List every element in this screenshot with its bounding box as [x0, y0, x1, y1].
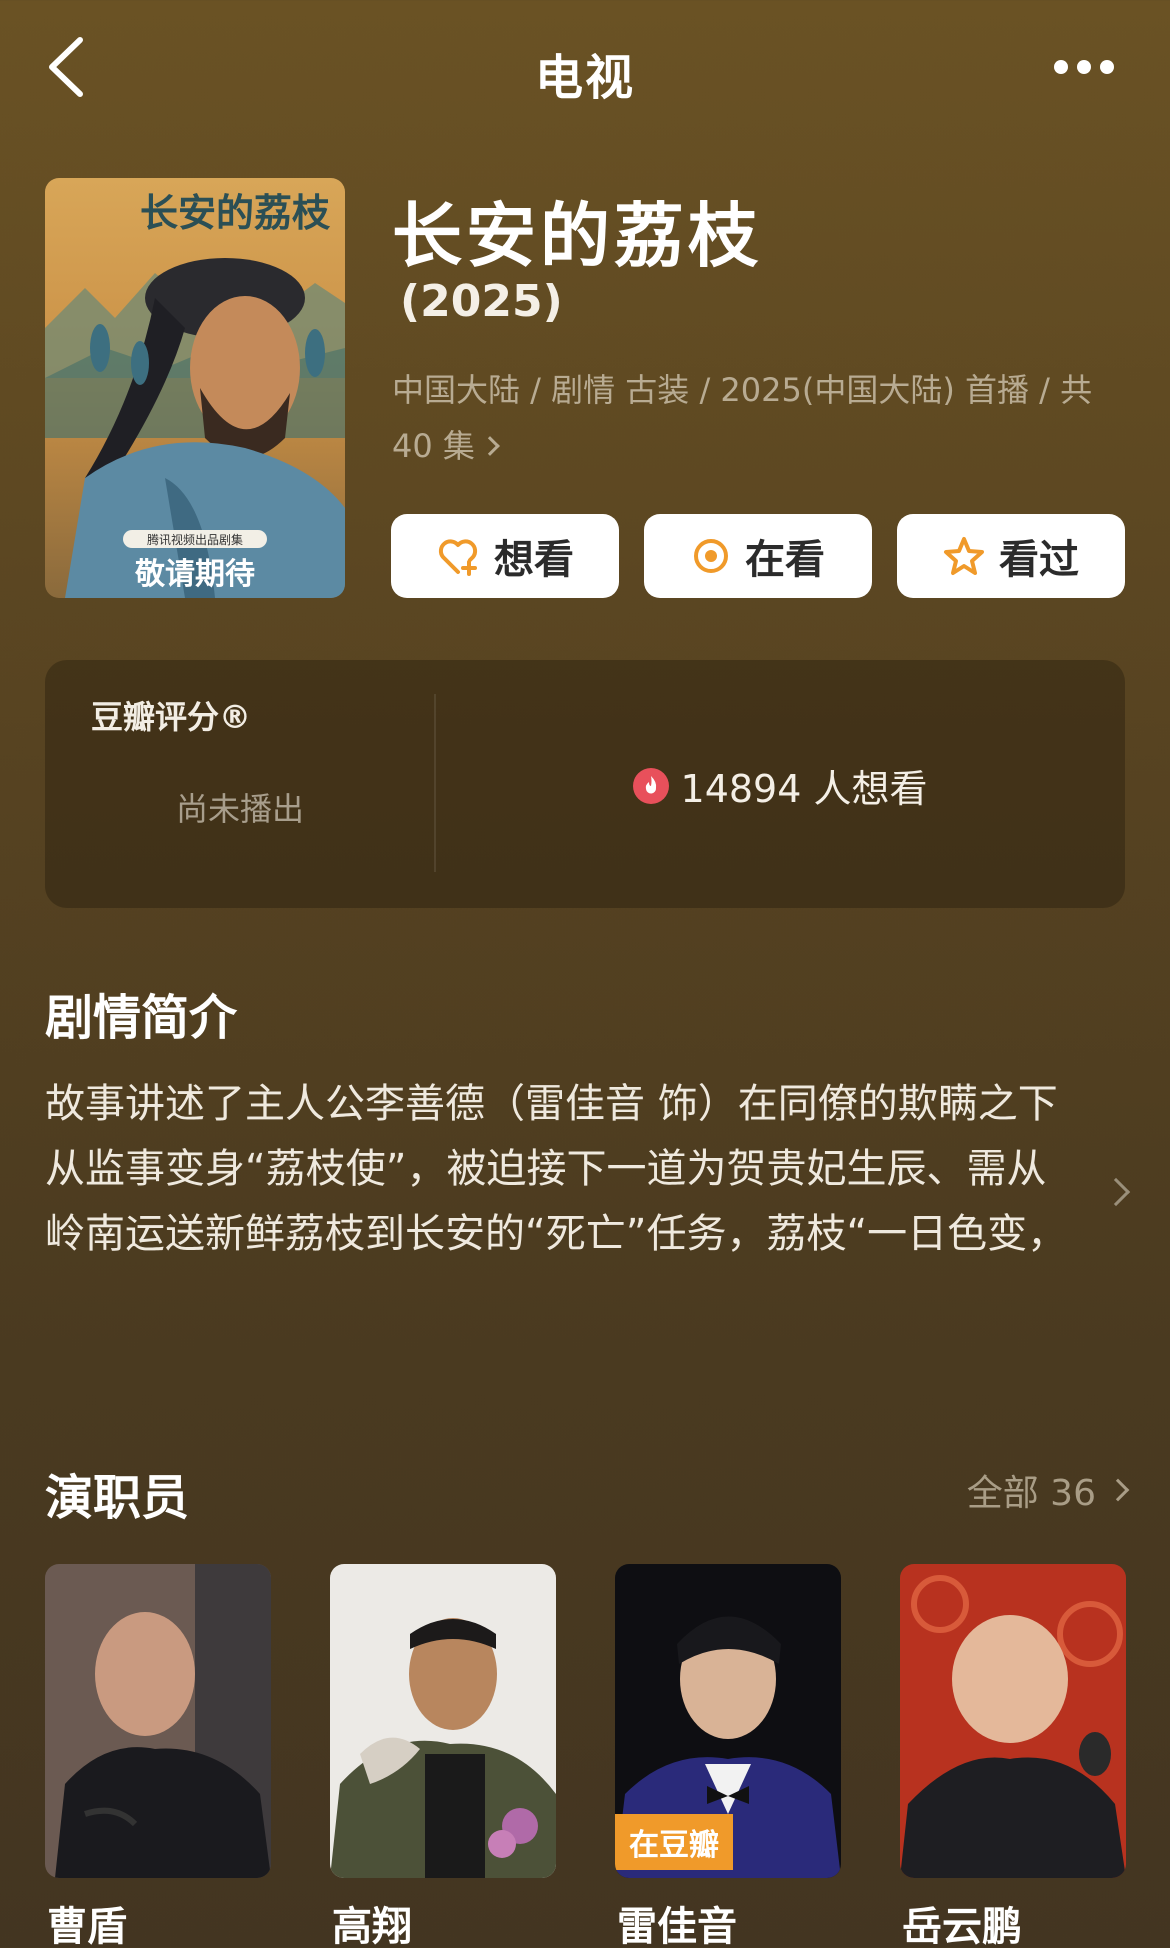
watched-button[interactable]: 看过 [897, 514, 1125, 598]
poster-tagline: 敬请期待 [134, 557, 255, 592]
avatar: 在豆瓣 [615, 1564, 841, 1878]
chevron-right-icon[interactable] [1101, 1177, 1131, 1207]
synopsis-text[interactable]: 故事讲述了主人公李善德（雷佳音 饰）在同僚的欺瞒之下从监事变身“荔枝使”，被迫接… [45, 1072, 1075, 1272]
cast-name: 高翔 [332, 1904, 412, 1948]
on-douban-badge: 在豆瓣 [615, 1814, 733, 1870]
cast-all-link[interactable]: 全部 36 [966, 1464, 1130, 1516]
cast-card[interactable]: 岳云鹏 [900, 1564, 1126, 1948]
want-count: 14894 人想看 [680, 767, 928, 811]
more-icon[interactable] [1054, 50, 1114, 84]
fire-icon [632, 767, 669, 804]
cast-all-label: 全部 36 [966, 1473, 1096, 1514]
avatar [330, 1564, 556, 1878]
avatar [900, 1564, 1126, 1878]
cast-title: 演职员 [45, 1470, 190, 1526]
cast-card[interactable]: 在豆瓣 雷佳音 [615, 1564, 841, 1948]
meta-line-2: 40 集 [392, 427, 475, 465]
poster-presenter: 腾讯视频出品剧集 [147, 532, 243, 547]
cast-card[interactable]: 曹盾 [45, 1564, 271, 1948]
watching-label: 在看 [745, 537, 825, 583]
star-icon [944, 537, 984, 575]
synopsis-title: 剧情简介 [45, 990, 238, 1046]
chevron-right-icon [1106, 1478, 1130, 1502]
watched-label: 看过 [999, 537, 1079, 583]
page-title: 电视 [534, 50, 635, 106]
heart-plus-icon [438, 539, 478, 576]
rating-status: 尚未播出 [175, 790, 304, 828]
top-bar: 电视 [0, 0, 1170, 135]
watching-button[interactable]: 在看 [644, 514, 872, 598]
movie-meta[interactable]: 中国大陆 / 剧情 古装 / 2025(中国大陆) 首播 / 共 40 集 [392, 362, 1112, 474]
poster-image[interactable]: 长安的荔枝 腾讯视频出品剧集 敬请期待 [45, 178, 345, 598]
rating-card[interactable]: 豆瓣评分® 尚未播出 14894 人想看 [45, 660, 1125, 908]
movie-year: (2025) [400, 276, 563, 327]
cast-card[interactable]: 高翔 [330, 1564, 556, 1948]
cast-name: 岳云鹏 [902, 1904, 1022, 1948]
movie-title: 长安的荔枝 [392, 195, 762, 277]
want-count-row: 14894 人想看 [435, 758, 1125, 813]
want-to-watch-label: 想看 [494, 537, 574, 583]
rating-label: 豆瓣评分® [91, 698, 252, 736]
cast-name: 雷佳音 [617, 1904, 737, 1948]
want-to-watch-button[interactable]: 想看 [391, 514, 619, 598]
cast-name: 曹盾 [47, 1904, 127, 1948]
meta-line-1: 中国大陆 / 剧情 古装 / 2025(中国大陆) 首播 / 共 [392, 371, 1093, 409]
poster-title-art: 长安的荔枝 [140, 190, 331, 235]
chevron-right-icon [480, 436, 500, 456]
avatar [45, 1564, 271, 1878]
target-icon [694, 539, 728, 573]
